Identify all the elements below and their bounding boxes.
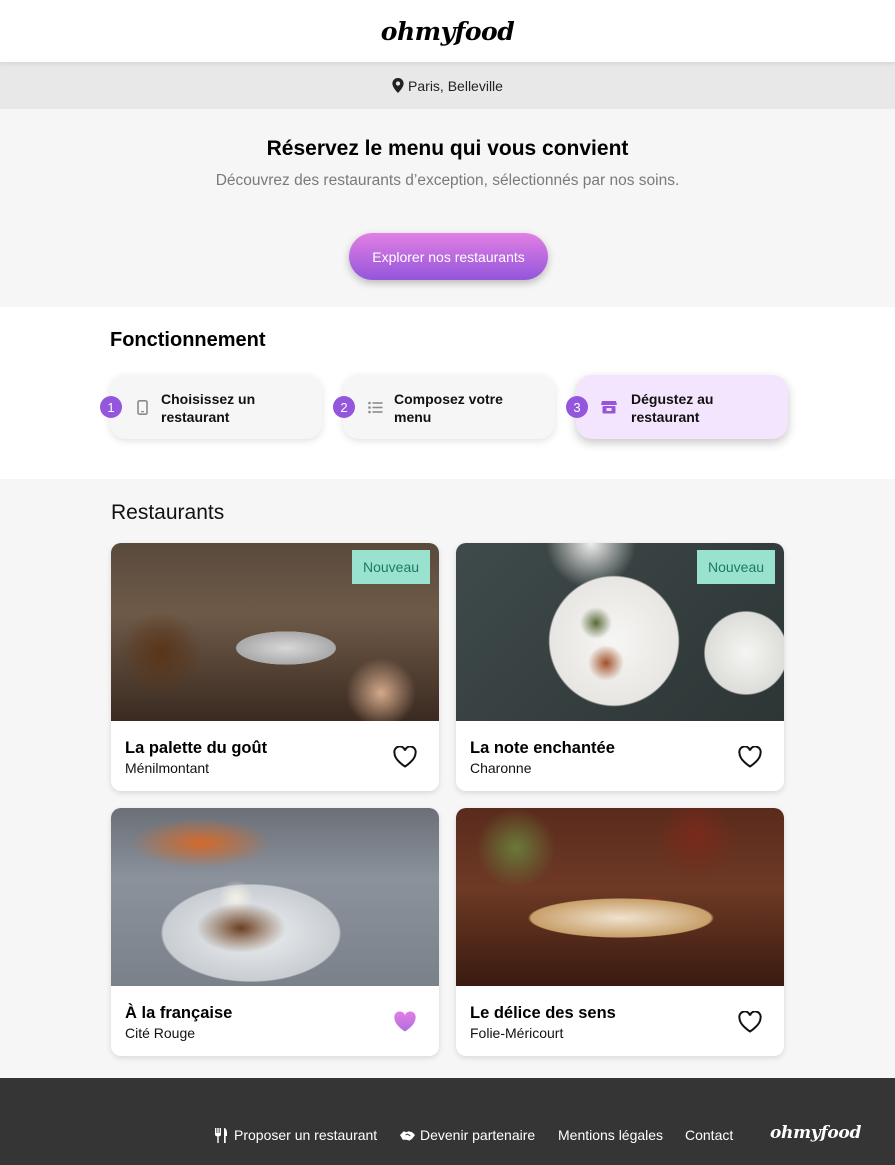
footer-link-contact[interactable]: Contact <box>685 1126 733 1144</box>
footer-logo[interactable]: ohmyfood <box>770 1123 861 1143</box>
restaurant-name: La note enchantée <box>470 739 615 757</box>
hero-section: Réservez le menu qui vous convient Décou… <box>0 109 895 307</box>
footer-link-legal[interactable]: Mentions légales <box>558 1126 663 1144</box>
site-header: ohmyfood <box>0 0 895 62</box>
hero-title: Réservez le menu qui vous convient <box>266 137 629 160</box>
section-title: Restaurants <box>111 501 225 524</box>
restaurant-area: Folie-Méricourt <box>470 1025 564 1041</box>
site-footer: Proposer un restaurant Devenir partenair… <box>0 1078 895 1165</box>
restaurant-card[interactable]: Nouveau La palette du goût Ménilmontant <box>111 543 439 791</box>
step-label: Composez votre menu <box>394 391 503 425</box>
restaurant-area: Cité Rouge <box>125 1025 196 1041</box>
heart-filled-icon[interactable] <box>393 1011 417 1033</box>
restaurant-card[interactable]: Le délice des sens Folie-Méricourt <box>456 808 784 1056</box>
location-text: Paris, Belleville <box>408 77 503 94</box>
restaurants-section: Restaurants Nouveau La palette du goût M… <box>0 479 895 1078</box>
handshake-icon <box>400 1130 415 1141</box>
mobile-phone-icon <box>134 399 150 415</box>
hero-subtitle: Découvrez des restaurants d’exception, s… <box>215 172 680 189</box>
restaurant-area: Charonne <box>470 760 532 776</box>
footer-link-label: Mentions légales <box>558 1127 664 1143</box>
restaurant-card[interactable]: Nouveau La note enchantée Charonne <box>456 543 784 791</box>
restaurant-name: À la française <box>125 1004 233 1022</box>
step-card-1[interactable]: 1 Choisissez un restaurant <box>100 375 322 439</box>
step-number: 3 <box>566 396 588 418</box>
list-icon <box>367 399 383 415</box>
restaurant-name: Le délice des sens <box>470 1004 616 1022</box>
footer-link-label: Contact <box>685 1127 734 1143</box>
footer-link-propose-restaurant[interactable]: Proposer un restaurant <box>214 1126 377 1144</box>
step-number: 1 <box>100 396 122 418</box>
explore-restaurants-button[interactable]: Explorer nos restaurants <box>349 233 548 280</box>
logo[interactable]: ohmyfood <box>381 17 515 46</box>
footer-link-become-partner[interactable]: Devenir partenaire <box>400 1126 535 1144</box>
step-card-3[interactable]: 3 Dégustez au restaurant <box>566 375 788 439</box>
heart-outline-icon[interactable] <box>393 746 417 768</box>
heart-outline-icon[interactable] <box>738 1011 762 1033</box>
restaurant-image <box>456 808 784 986</box>
restaurant-name: La palette du goût <box>125 739 268 757</box>
step-label: Dégustez au restaurant <box>631 391 714 425</box>
step-number: 2 <box>333 396 355 418</box>
heart-outline-icon[interactable] <box>738 746 762 768</box>
restaurant-image <box>111 808 439 986</box>
new-badge: Nouveau <box>352 550 430 584</box>
map-pin-icon <box>392 78 404 93</box>
store-icon <box>601 399 617 415</box>
utensils-icon <box>215 1127 227 1143</box>
how-it-works-section: Fonctionnement 1 Choisissez un restauran… <box>0 307 895 479</box>
section-title: Fonctionnement <box>110 329 266 351</box>
footer-link-label: Proposer un restaurant <box>234 1127 378 1143</box>
footer-link-label: Devenir partenaire <box>420 1127 536 1143</box>
step-label: Choisissez un restaurant <box>161 391 256 425</box>
restaurant-area: Ménilmontant <box>125 760 210 776</box>
location-bar[interactable]: Paris, Belleville <box>0 62 895 109</box>
new-badge: Nouveau <box>697 550 775 584</box>
step-card-2[interactable]: 2 Composez votre menu <box>333 375 555 439</box>
restaurant-card[interactable]: À la française Cité Rouge <box>111 808 439 1056</box>
